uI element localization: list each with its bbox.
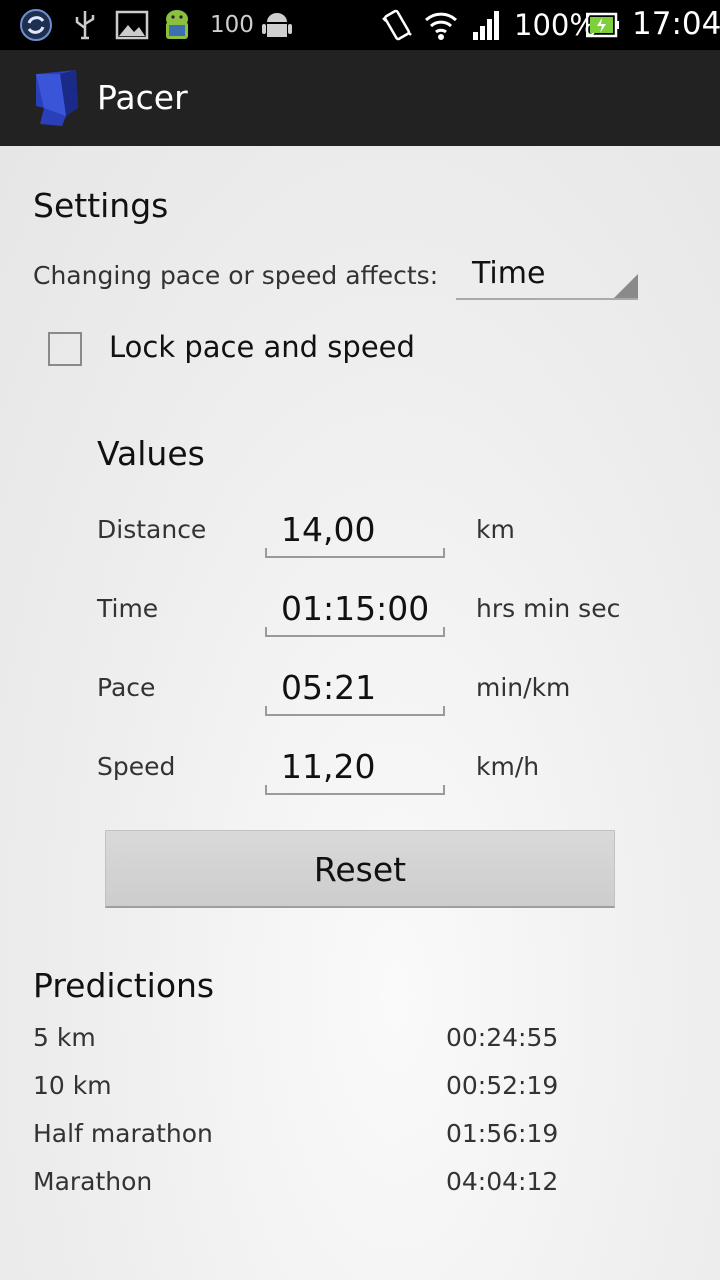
prediction-label: Marathon	[33, 1167, 153, 1196]
affects-label: Changing pace or speed affects:	[33, 261, 439, 290]
speed-label: Speed	[97, 752, 176, 781]
speed-unit: km/h	[476, 752, 540, 781]
prediction-time: 01:56:19	[446, 1119, 559, 1148]
prediction-label: 10 km	[33, 1071, 112, 1100]
settings-heading: Settings	[33, 186, 169, 225]
affects-dropdown[interactable]: Time	[456, 250, 638, 300]
sync-icon	[20, 9, 52, 41]
distance-unit: km	[476, 515, 515, 544]
distance-label: Distance	[97, 515, 207, 544]
prediction-label: 5 km	[33, 1023, 96, 1052]
time-unit: hrs min sec	[476, 594, 621, 623]
battery-percent: 100%	[514, 8, 597, 42]
distance-field[interactable]	[265, 508, 445, 558]
action-bar: Pacer	[0, 50, 720, 146]
pace-label: Pace	[97, 673, 156, 702]
wifi-icon	[424, 12, 458, 40]
prediction-time: 04:04:12	[446, 1167, 559, 1196]
prediction-label: Half marathon	[33, 1119, 213, 1148]
pace-input[interactable]	[281, 668, 441, 707]
pace-field[interactable]	[265, 666, 445, 716]
battery-icon	[586, 12, 619, 38]
predictions-heading: Predictions	[33, 966, 215, 1005]
affects-dropdown-value: Time	[472, 256, 546, 291]
time-label: Time	[97, 594, 159, 623]
lock-checkbox-label[interactable]: Lock pace and speed	[109, 330, 415, 364]
values-heading: Values	[97, 434, 205, 473]
dropdown-arrow-icon	[614, 274, 638, 298]
distance-input[interactable]	[281, 510, 441, 549]
status-bar: 100 100% 17:04	[0, 0, 720, 50]
android-mascot-icon	[166, 10, 188, 39]
speed-input[interactable]	[281, 747, 441, 786]
signal-icon	[473, 11, 499, 40]
reset-button[interactable]: Reset	[105, 830, 615, 908]
clock: 17:04	[632, 6, 720, 42]
vibrate-icon	[382, 9, 412, 41]
notification-count: 100	[210, 12, 254, 38]
prediction-time: 00:52:19	[446, 1071, 559, 1100]
android-icon	[262, 13, 292, 37]
prediction-time: 00:24:55	[446, 1023, 559, 1052]
app-title: Pacer	[97, 78, 188, 117]
speed-field[interactable]	[265, 745, 445, 795]
usb-icon	[75, 11, 95, 40]
image-icon	[115, 10, 149, 40]
main-content: Settings Changing pace or speed affects:…	[0, 146, 720, 1280]
lock-checkbox[interactable]	[48, 332, 82, 366]
time-input[interactable]	[281, 589, 441, 628]
pace-unit: min/km	[476, 673, 571, 702]
time-field[interactable]	[265, 587, 445, 637]
pacer-logo-icon[interactable]	[32, 68, 82, 128]
